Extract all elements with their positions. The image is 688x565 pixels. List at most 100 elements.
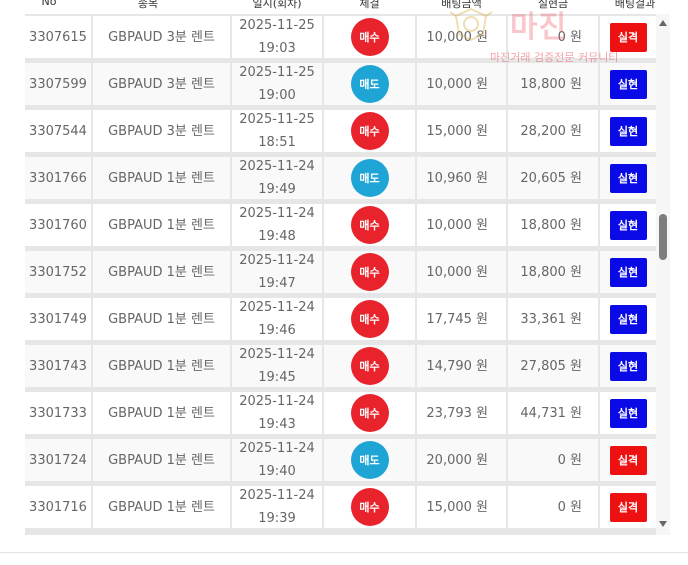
cell-date: 2025-11-25 19:00 — [232, 63, 322, 105]
table-header: No 종목 일시(회차) 체결 배팅금액 실현금 배팅결과 — [0, 0, 688, 14]
result-button[interactable]: 실현 — [609, 398, 647, 428]
cell-no: 3301752 — [25, 251, 91, 293]
cell-date-day: 2025-11-24 — [239, 347, 315, 362]
cell-bet-type: 매수 — [324, 16, 415, 58]
cell-item: GBPAUD 3분 렌트 — [93, 63, 230, 105]
cell-item: GBPAUD 3분 렌트 — [93, 110, 230, 152]
result-button[interactable]: 실현 — [609, 351, 647, 381]
bet-type-badge: 매수 — [350, 488, 389, 526]
cell-win-amount: 44,731 원 — [508, 392, 598, 434]
scroll-up-icon[interactable] — [659, 20, 667, 26]
cell-result: 실현 — [600, 204, 656, 246]
cell-bet-type: 매수 — [324, 486, 415, 528]
cell-date-time: 19:43 — [258, 417, 296, 432]
cell-no: 3301743 — [25, 345, 91, 387]
table-row: 3301743 GBPAUD 1분 렌트 2025-11-24 19:45 매수 14,7… — [25, 343, 656, 387]
scroll-down-icon[interactable] — [659, 521, 667, 527]
cell-bet-type: 매수 — [324, 298, 415, 340]
cell-bet-type: 매수 — [324, 110, 415, 152]
result-button[interactable]: 실현 — [609, 210, 647, 240]
cell-result: 실현 — [600, 63, 656, 105]
cell-date-day: 2025-11-25 — [239, 65, 315, 80]
cell-date-time: 19:48 — [258, 229, 296, 244]
cell-bet-amount: 10,000 원 — [417, 204, 506, 246]
cell-date-day: 2025-11-24 — [239, 394, 315, 409]
cell-bet-amount: 10,000 원 — [417, 16, 506, 58]
table-row: 3301716 GBPAUD 1분 렌트 2025-11-24 19:39 매수 15,0… — [25, 484, 656, 528]
cell-date-time: 19:45 — [258, 370, 296, 385]
table-row: 3301749 GBPAUD 1분 렌트 2025-11-24 19:46 매수 17,7… — [25, 296, 656, 340]
cell-win-amount: 28,200 원 — [508, 110, 598, 152]
bet-type-badge: 매수 — [350, 394, 389, 432]
cell-date: 2025-11-25 19:03 — [232, 16, 322, 58]
header-bet-amount: 배팅금액 — [441, 0, 482, 10]
cell-win-amount: 18,800 원 — [508, 63, 598, 105]
table-row: 3307544 GBPAUD 3분 렌트 2025-11-25 18:51 매수 15,0… — [25, 108, 656, 152]
cell-bet-amount: 23,793 원 — [417, 392, 506, 434]
result-button[interactable]: 실격 — [609, 22, 647, 52]
cell-item: GBPAUD 1분 렌트 — [93, 251, 230, 293]
cell-bet-amount: 15,000 원 — [417, 110, 506, 152]
result-button[interactable]: 실격 — [609, 492, 647, 522]
header-result: 배팅결과 — [614, 0, 656, 10]
cell-item: GBPAUD 1분 렌트 — [93, 345, 230, 387]
cell-bet-type: 매도 — [324, 63, 415, 105]
result-button[interactable]: 실격 — [609, 445, 647, 475]
cell-bet-amount: 10,000 원 — [417, 251, 506, 293]
result-button[interactable]: 실현 — [609, 69, 647, 99]
cell-win-amount: 0 원 — [508, 439, 598, 481]
table-scrollbar[interactable] — [656, 14, 670, 535]
cell-win-amount: 18,800 원 — [508, 204, 598, 246]
bet-type-badge: 매수 — [350, 253, 389, 291]
table-row: 3301760 GBPAUD 1분 렌트 2025-11-24 19:48 매수 10,0… — [25, 202, 656, 246]
table-row: 3301752 GBPAUD 1분 렌트 2025-11-24 19:47 매수 10,0… — [25, 249, 656, 293]
cell-date-day: 2025-11-24 — [239, 488, 315, 503]
result-button[interactable]: 실현 — [609, 304, 647, 334]
cell-item: GBPAUD 3분 렌트 — [93, 16, 230, 58]
cell-result: 실현 — [600, 392, 656, 434]
cell-date-time: 19:49 — [258, 182, 296, 197]
cell-item: GBPAUD 1분 렌트 — [93, 439, 230, 481]
header-bet-type: 체결 — [359, 0, 380, 10]
cell-bet-amount: 10,000 원 — [417, 63, 506, 105]
cell-date-day: 2025-11-24 — [239, 253, 315, 268]
header-win-amount: 실현금 — [537, 0, 569, 10]
footer-divider — [0, 552, 688, 553]
cell-result: 실현 — [600, 345, 656, 387]
cell-result: 실격 — [600, 439, 656, 481]
cell-date: 2025-11-24 19:47 — [232, 251, 322, 293]
cell-result: 실현 — [600, 110, 656, 152]
cell-win-amount: 18,800 원 — [508, 251, 598, 293]
cell-bet-type: 매수 — [324, 345, 415, 387]
cell-date-time: 18:51 — [258, 135, 296, 150]
cell-date-time: 19:46 — [258, 323, 296, 338]
scrollbar-thumb[interactable] — [659, 214, 667, 260]
bet-type-badge: 매도 — [350, 159, 389, 197]
cell-date: 2025-11-24 19:49 — [232, 157, 322, 199]
cell-result: 실현 — [600, 251, 656, 293]
cell-date-time: 19:00 — [258, 88, 296, 103]
bet-type-badge: 매수 — [350, 300, 389, 338]
cell-win-amount: 0 원 — [508, 486, 598, 528]
cell-bet-amount: 17,745 원 — [417, 298, 506, 340]
cell-bet-type: 매수 — [324, 392, 415, 434]
result-button[interactable]: 실현 — [609, 257, 647, 287]
cell-date: 2025-11-24 19:45 — [232, 345, 322, 387]
cell-bet-type: 매수 — [324, 204, 415, 246]
result-button[interactable]: 실현 — [609, 163, 647, 193]
result-button[interactable]: 실현 — [609, 116, 647, 146]
table-row: 3307599 GBPAUD 3분 렌트 2025-11-25 19:00 매도 10,0… — [25, 61, 656, 105]
cell-no: 3307615 — [25, 16, 91, 58]
cell-no: 3307544 — [25, 110, 91, 152]
cell-date-day: 2025-11-24 — [239, 206, 315, 221]
table-row: 3301724 GBPAUD 1분 렌트 2025-11-24 19:40 매도 20,0… — [25, 437, 656, 481]
cell-date: 2025-11-24 19:43 — [232, 392, 322, 434]
cell-no: 3307599 — [25, 63, 91, 105]
cell-bet-amount: 14,790 원 — [417, 345, 506, 387]
cell-win-amount: 20,605 원 — [508, 157, 598, 199]
cell-item: GBPAUD 1분 렌트 — [93, 157, 230, 199]
cell-date: 2025-11-24 19:40 — [232, 439, 322, 481]
cell-result: 실격 — [600, 16, 656, 58]
cell-date-day: 2025-11-25 — [239, 18, 315, 33]
cell-date-day: 2025-11-25 — [239, 112, 315, 127]
